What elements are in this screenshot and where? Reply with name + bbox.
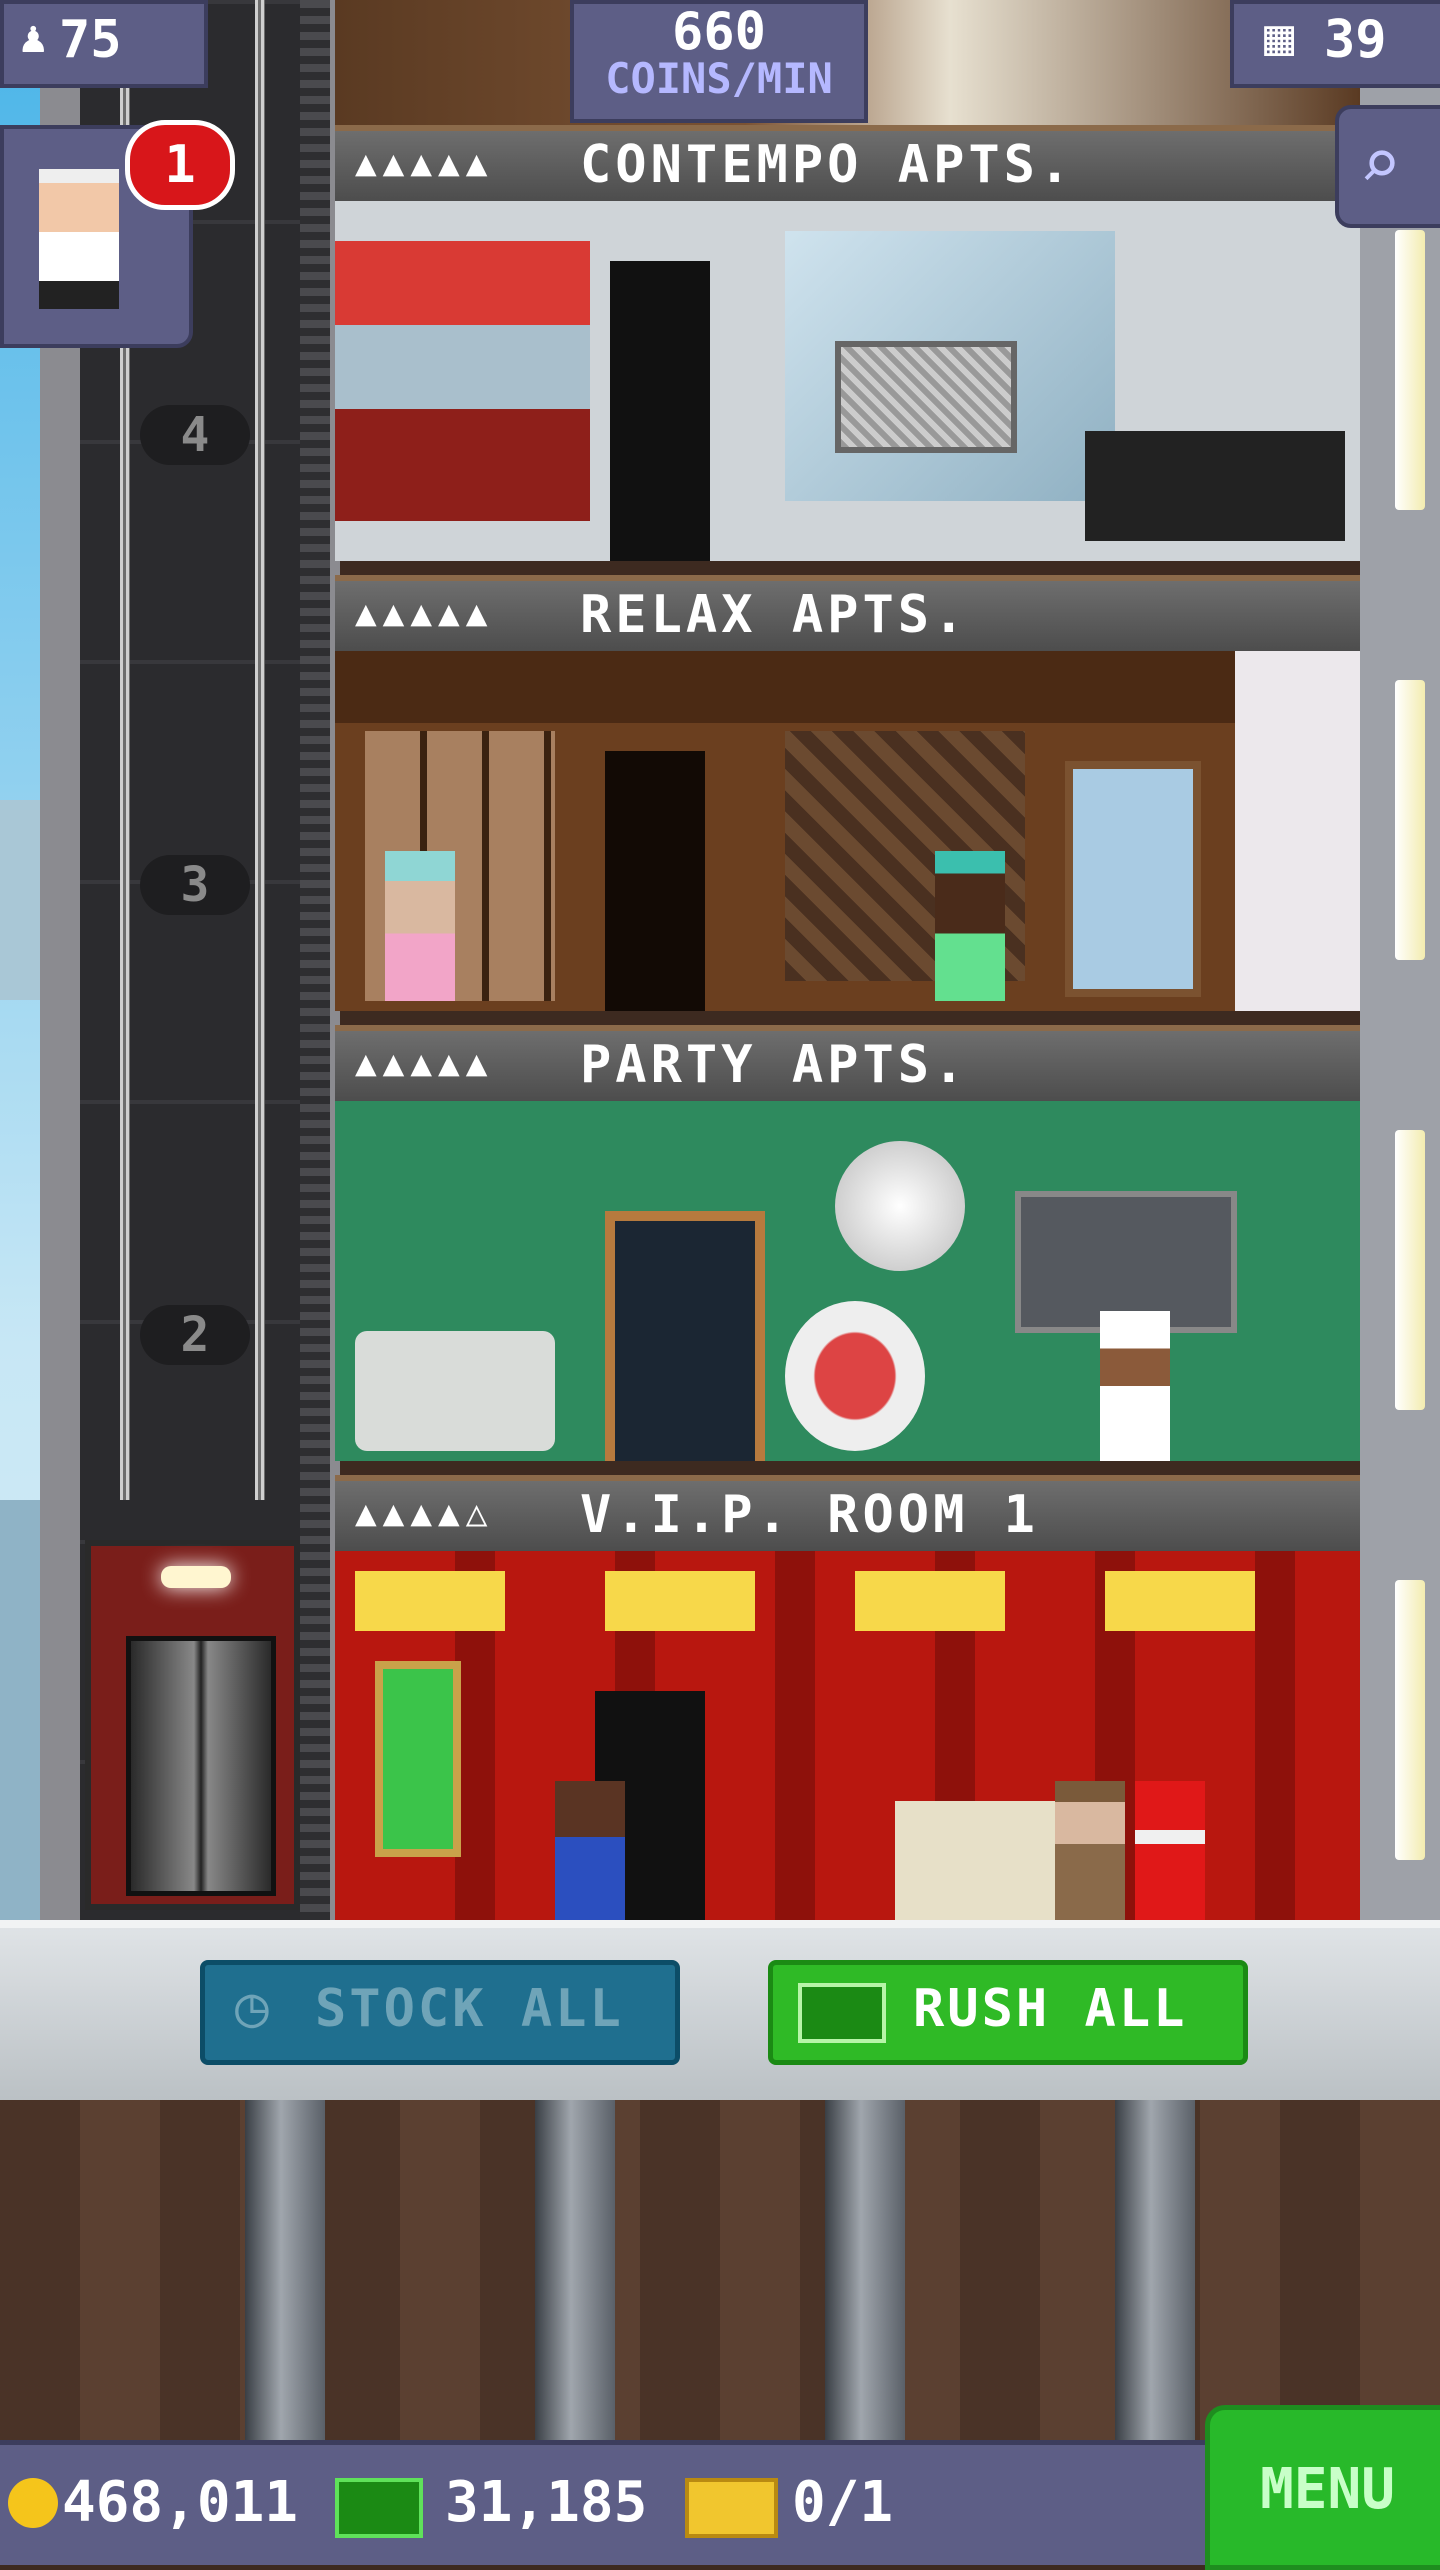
floor-name: CONTEMPO APTS. [580, 135, 1075, 195]
floor-vip-room-1[interactable]: ▲▲▲▲△ V.I.P. ROOM 1 [335, 1475, 1360, 1925]
room-curtain [1235, 651, 1360, 1011]
elevator-cable [255, 0, 265, 1500]
bux-value: 31,185 [445, 2470, 648, 2535]
disco-ball [835, 1141, 965, 1271]
elevator-floor-2-label: 2 [140, 1305, 250, 1365]
tickets-value: 0/1 [792, 2470, 894, 2535]
floor-contempo-apts[interactable]: ▲▲▲▲▲ CONTEMPO APTS. [335, 125, 1360, 575]
room-doorway [605, 751, 705, 1011]
lobby-pillar [825, 2100, 905, 2440]
magnifier-icon: ⌕ [1359, 123, 1402, 205]
elevator-light [161, 1566, 231, 1588]
bitizen-character[interactable] [1100, 1311, 1170, 1461]
coins-per-min-value: 660 [672, 2, 766, 62]
floor-header: ▲▲▲▲▲ RELAX APTS. [335, 575, 1360, 651]
coins-per-min-unit: COINS/MIN [605, 54, 833, 103]
room-interior [335, 1551, 1360, 1921]
floor-header: ▲▲▲▲▲ CONTEMPO APTS. [335, 125, 1360, 201]
lobby-pillar [245, 2100, 325, 2440]
room-sofa [355, 1331, 555, 1451]
floor-name: PARTY APTS. [580, 1035, 969, 1095]
window [1395, 1580, 1425, 1860]
population-value: 75 [59, 10, 122, 70]
elevator-car[interactable] [85, 1540, 300, 1910]
elevator-floor-4-label: 4 [140, 405, 250, 465]
floor-counter[interactable]: ▦ 39 [1230, 0, 1440, 88]
room-doorway [610, 261, 710, 561]
shaft-track [300, 0, 330, 1920]
floor-count-value: 39 [1324, 10, 1387, 70]
avatar [39, 169, 119, 309]
coin-icon [8, 2478, 58, 2528]
room-wall-left [335, 241, 590, 521]
floor-header: ▲▲▲▲△ V.I.P. ROOM 1 [335, 1475, 1360, 1551]
floor-relax-apts[interactable]: ▲▲▲▲▲ RELAX APTS. [335, 575, 1360, 1025]
population-counter[interactable]: ♟ 75 [0, 0, 208, 88]
ticket-icon [685, 2478, 778, 2538]
bitizen-character[interactable] [1135, 1781, 1205, 1921]
notification-badge: 1 [125, 120, 235, 210]
building-icon: ▦ [1264, 8, 1295, 66]
bitizen-character[interactable] [385, 851, 455, 1001]
elevator-floor-3-label: 3 [140, 855, 250, 915]
bitizen-character[interactable] [935, 851, 1005, 1001]
floor-header: ▲▲▲▲▲ PARTY APTS. [335, 1025, 1360, 1101]
floor-name: V.I.P. ROOM 1 [580, 1485, 1039, 1545]
floor-name: RELAX APTS. [580, 585, 969, 645]
floor-stars: ▲▲▲▲△ [355, 1493, 494, 1534]
menu-button[interactable]: MENU [1205, 2405, 1440, 2570]
floor-stars: ▲▲▲▲▲ [355, 143, 494, 184]
elevator-doors [126, 1636, 276, 1896]
clock-icon: ◷ [235, 1975, 272, 2040]
room-interior [335, 1101, 1360, 1461]
lobby-pillar [1115, 2100, 1195, 2440]
room-painting [835, 341, 1017, 453]
room-painting [375, 1661, 461, 1857]
rush-all-button[interactable]: RUSH ALL [768, 1960, 1248, 2065]
window [1395, 230, 1425, 510]
building-right-wall [1360, 0, 1440, 1920]
rush-all-label: RUSH ALL [913, 1979, 1188, 2039]
room-interior [335, 201, 1360, 561]
bitizen-character[interactable] [555, 1781, 625, 1921]
window [1395, 1130, 1425, 1410]
room-lights [355, 1571, 1335, 1631]
stock-all-label: STOCK ALL [315, 1979, 624, 2039]
population-icon: ♟ [20, 12, 47, 63]
search-button[interactable]: ⌕ [1335, 105, 1440, 228]
bitizen-character[interactable] [1055, 1781, 1125, 1921]
bux-icon [335, 2478, 423, 2538]
room-window [1065, 761, 1201, 997]
egg-chair [785, 1301, 925, 1451]
floor-stars: ▲▲▲▲▲ [355, 593, 494, 634]
lobby-pillar [535, 2100, 615, 2440]
floor-party-apts[interactable]: ▲▲▲▲▲ PARTY APTS. [335, 1025, 1360, 1475]
bux-icon [798, 1983, 886, 2043]
window [1395, 680, 1425, 960]
room-door [605, 1211, 765, 1461]
room-interior [335, 651, 1360, 1011]
stock-all-button[interactable]: ◷ STOCK ALL [200, 1960, 680, 2065]
coins-per-minute-display: 660 COINS/MIN [570, 0, 868, 123]
coins-value: 468,011 [62, 2470, 299, 2535]
room-bed [1085, 431, 1345, 541]
lobby-background [0, 2100, 1440, 2440]
floor-stars: ▲▲▲▲▲ [355, 1043, 494, 1084]
